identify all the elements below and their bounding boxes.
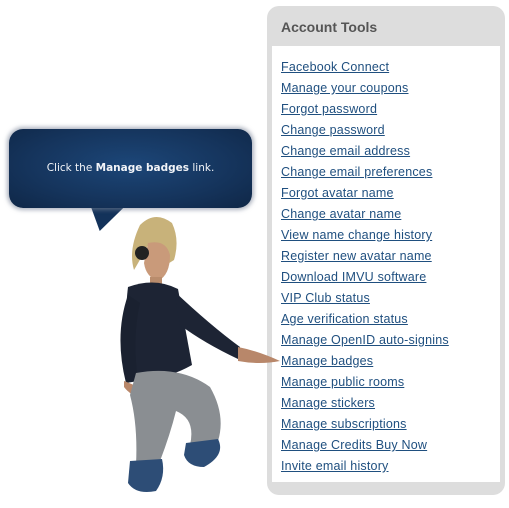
panel-title: Account Tools [281,19,378,35]
avatar-shoe [128,459,164,492]
link-invite-email-history[interactable]: Invite email history [281,459,389,473]
account-link-item: Register new avatar name [281,247,500,268]
pointing-avatar-figure [120,216,280,492]
account-link-item: Change email address [281,142,500,163]
account-link-item: Manage stickers [281,394,500,415]
link-forgot-password[interactable]: Forgot password [281,102,377,116]
link-facebook-connect[interactable]: Facebook Connect [281,60,389,74]
instruction-suffix: link. [189,162,215,174]
instruction-prefix: Click the [46,162,96,174]
panel-body: Facebook Connect Manage your coupons Forgo… [272,46,500,482]
account-link-item: View name change history [281,226,500,247]
instruction-emphasis: Manage badges [95,162,190,174]
link-manage-openid-auto-signins[interactable]: Manage OpenID auto-signins [281,333,449,347]
link-manage-public-rooms[interactable]: Manage public rooms [281,375,404,389]
avatar-face [144,242,170,281]
account-link-item: Forgot avatar name [281,184,500,205]
instruction-text: Click the Manage badges link. [9,162,252,174]
link-forgot-avatar-name[interactable]: Forgot avatar name [281,186,394,200]
instruction-speech-bubble: Click the Manage badges link. [9,129,252,208]
account-tools-panel: Account Tools Facebook Connect Manage you… [267,6,505,495]
account-link-item: Download IMVU software [281,268,500,289]
link-manage-stickers[interactable]: Manage stickers [281,396,375,410]
account-link-item: Change password [281,121,500,142]
account-links-list: Facebook Connect Manage your coupons Forgo… [272,46,500,478]
account-link-item: Manage badges [281,352,500,373]
link-view-name-change-history[interactable]: View name change history [281,228,432,242]
link-register-new-avatar-name[interactable]: Register new avatar name [281,249,432,263]
account-link-item: Invite email history [281,457,500,478]
link-age-verification-status[interactable]: Age verification status [281,312,408,326]
link-change-avatar-name[interactable]: Change avatar name [281,207,401,221]
avatar-headphone [135,246,149,260]
account-link-item: Manage Credits Buy Now [281,436,500,457]
account-link-item: Change email preferences [281,163,500,184]
link-download-imvu-software[interactable]: Download IMVU software [281,270,426,284]
account-link-item: Manage your coupons [281,79,500,100]
account-link-item: Forgot password [281,100,500,121]
link-manage-subscriptions[interactable]: Manage subscriptions [281,417,407,431]
account-link-item: Change avatar name [281,205,500,226]
link-manage-credits-buy-now[interactable]: Manage Credits Buy Now [281,438,427,452]
link-manage-your-coupons[interactable]: Manage your coupons [281,81,409,95]
link-change-email-address[interactable]: Change email address [281,144,410,158]
link-vip-club-status[interactable]: VIP Club status [281,291,370,305]
account-link-item: Manage subscriptions [281,415,500,436]
account-link-item: Age verification status [281,310,500,331]
link-manage-badges[interactable]: Manage badges [281,354,373,368]
link-change-password[interactable]: Change password [281,123,385,137]
account-link-item: Manage public rooms [281,373,500,394]
account-link-item: VIP Club status [281,289,500,310]
link-change-email-preferences[interactable]: Change email preferences [281,165,432,179]
account-link-item: Manage OpenID auto-signins [281,331,500,352]
avatar-hand [238,347,280,363]
account-link-item: Facebook Connect [281,58,500,79]
